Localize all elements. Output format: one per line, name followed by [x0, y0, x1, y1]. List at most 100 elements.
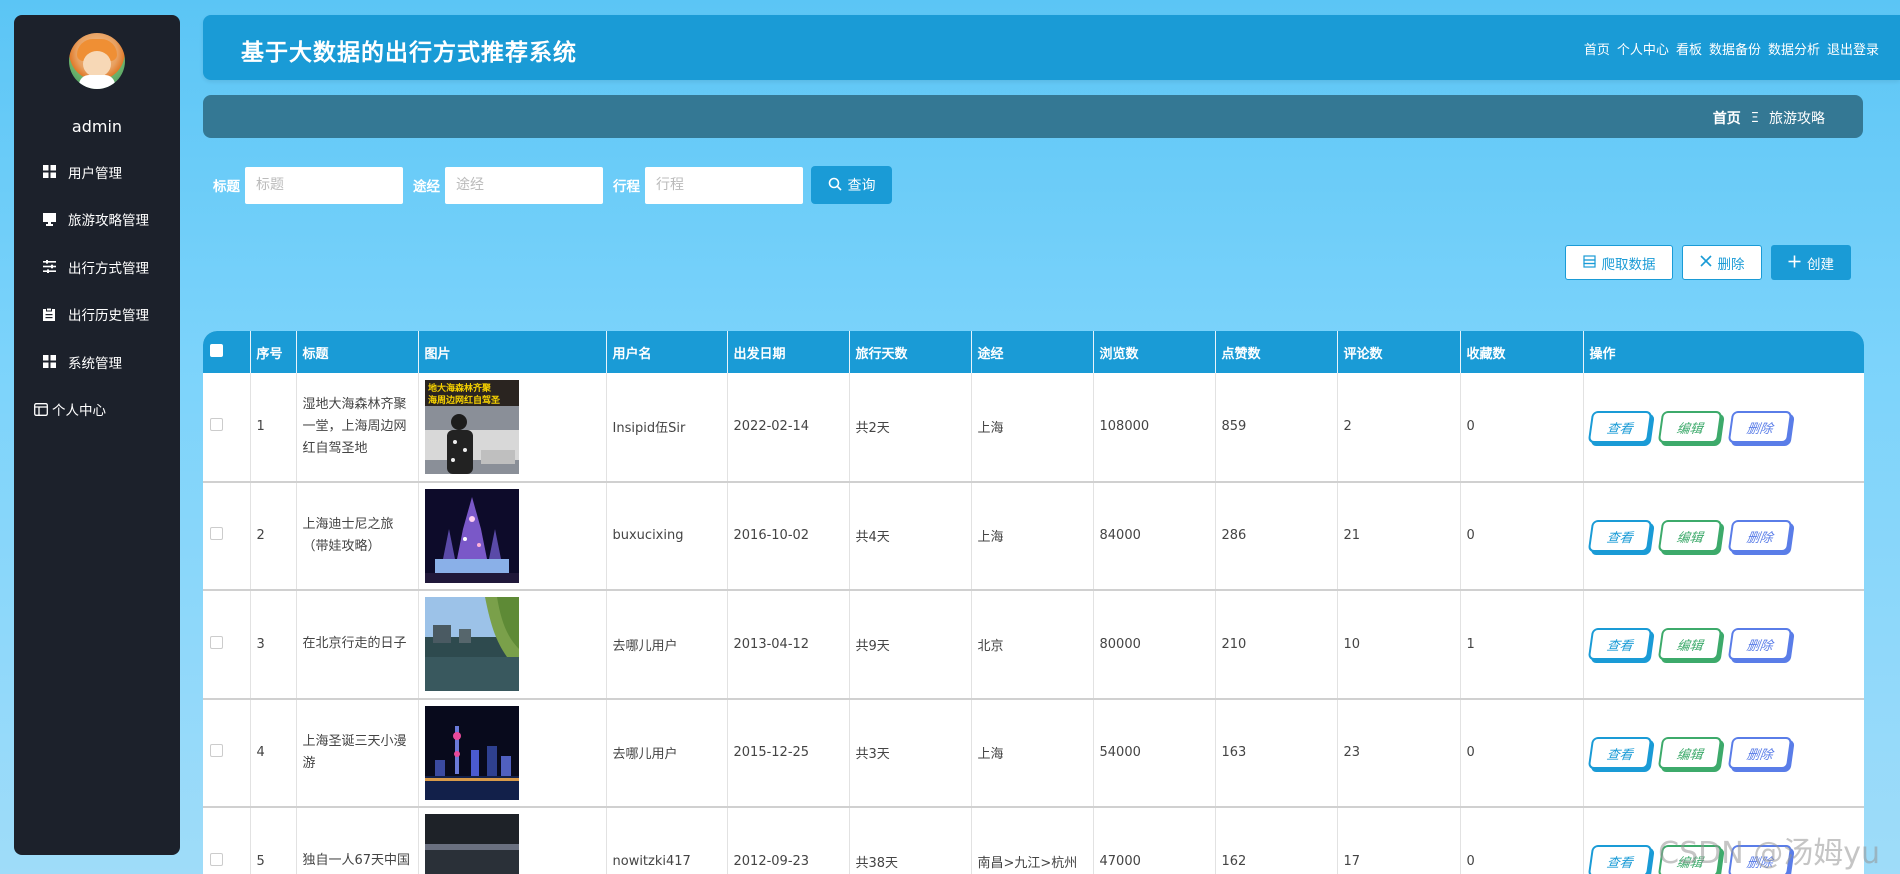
delete-button[interactable]: 删除 [1727, 519, 1792, 552]
avatar[interactable] [69, 33, 125, 89]
sidebar-item-label: 系统管理 [68, 355, 122, 372]
crawl-data-label: 爬取数据 [1601, 256, 1656, 272]
sidebar-item-label: 用户管理 [68, 165, 122, 182]
row-operations: 查看 编辑 删除 [1587, 519, 1865, 552]
table-row: 3 在北京行走的日子 去哪儿用户 2013-04-12 共9天 北京 80000… [203, 590, 1864, 700]
nav-data-analysis[interactable]: 数据分析 [1768, 39, 1820, 58]
title-filter-input[interactable] [245, 166, 403, 204]
sidebar-item-travel-history-management[interactable]: 出行历史管理 [14, 291, 180, 339]
search-bar: 标题 途经 行程 查询 [213, 166, 892, 204]
row-comments: 21 [1337, 481, 1461, 591]
edit-button[interactable]: 编辑 [1657, 410, 1722, 443]
col-header[interactable]: 图片 [418, 331, 607, 373]
col-header[interactable]: 评论数 [1337, 331, 1461, 373]
clipboard-icon [42, 307, 56, 321]
col-header[interactable]: 旅行天数 [849, 331, 972, 373]
col-header[interactable]: 浏览数 [1093, 331, 1216, 373]
sidebar-item-label: 出行历史管理 [68, 308, 149, 325]
breadcrumb-home[interactable]: 首页 [1713, 108, 1741, 128]
table-actions: 爬取数据 删除 创建 [1565, 245, 1851, 280]
table-row: 2 上海迪士尼之旅（带娃攻略） buxucixing 2016-10-02 共4… [203, 481, 1865, 591]
delete-button[interactable]: 删除 [1727, 410, 1792, 443]
row-views: 108000 [1093, 373, 1216, 483]
create-button[interactable]: 创建 [1771, 245, 1851, 280]
nav-personal-center[interactable]: 个人中心 [1617, 39, 1669, 58]
edit-button[interactable]: 编辑 [1657, 845, 1722, 874]
select-all-cell [203, 331, 251, 373]
sidebar-item-system-management[interactable]: 系统管理 [14, 338, 180, 386]
view-button[interactable]: 查看 [1587, 410, 1652, 443]
row-date: 2012-09-23 [727, 807, 850, 874]
row-comments: 23 [1337, 698, 1461, 808]
row-checkbox[interactable] [210, 635, 223, 649]
sidebar-item-user-management[interactable]: 用户管理 [14, 148, 180, 196]
row-likes: 210 [1215, 590, 1338, 700]
row-no: 3 [250, 590, 297, 700]
thumb-caption-line2: 海周边网红自驾圣 [428, 394, 501, 406]
edit-button[interactable]: 编辑 [1657, 736, 1722, 769]
sidebar-item-travel-guide-management[interactable]: 旅游攻略管理 [14, 196, 180, 244]
col-header[interactable]: 出发日期 [727, 331, 850, 373]
row-route: 北京 [971, 590, 1094, 700]
edit-button[interactable]: 编辑 [1657, 628, 1722, 661]
row-image[interactable]: 地大海森林齐聚 海周边网红自驾圣 [424, 379, 519, 474]
row-no: 1 [250, 373, 297, 483]
row-title: 在北京行走的日子 [296, 590, 419, 700]
sidebar-item-travel-mode-management[interactable]: 出行方式管理 [14, 243, 180, 291]
sidebar-item-personal-center[interactable]: 个人中心 [14, 386, 180, 434]
sidebar-item-label: 个人中心 [52, 403, 106, 420]
col-header[interactable]: 收藏数 [1460, 331, 1584, 373]
row-views: 54000 [1093, 698, 1216, 808]
edit-button[interactable]: 编辑 [1657, 519, 1722, 552]
nav-data-backup[interactable]: 数据备份 [1709, 39, 1761, 58]
breadcrumb-current: 旅游攻略 [1769, 111, 1825, 127]
crawl-data-button[interactable]: 爬取数据 [1565, 245, 1673, 280]
row-image[interactable] [424, 597, 519, 692]
row-likes: 162 [1215, 807, 1338, 874]
sidebar-menu: 用户管理 旅游攻略管理 出行方式管理 出行历史管理 系统管理 个人中心 [14, 148, 180, 433]
row-no: 4 [250, 698, 297, 808]
row-checkbox[interactable] [210, 418, 223, 432]
nav-logout[interactable]: 退出登录 [1827, 39, 1879, 58]
row-favs: 1 [1460, 590, 1584, 700]
view-button[interactable]: 查看 [1587, 628, 1652, 661]
query-button[interactable]: 查询 [811, 166, 892, 204]
view-button[interactable]: 查看 [1587, 736, 1652, 769]
col-header[interactable]: 用户名 [606, 331, 728, 373]
bulk-delete-button[interactable]: 删除 [1682, 245, 1762, 280]
row-days: 共4天 [849, 481, 972, 591]
nav-home[interactable]: 首页 [1584, 39, 1610, 58]
row-days: 共3天 [849, 698, 972, 808]
row-image[interactable] [424, 814, 519, 874]
route-filter-label: 途经 [413, 179, 440, 195]
col-header[interactable]: 标题 [296, 331, 419, 373]
table-row: 4 上海圣诞三天小漫游 去哪儿用户 2015-12-25 共3天 上海 5400… [203, 698, 1864, 808]
select-all-checkbox[interactable] [210, 343, 223, 357]
row-checkbox[interactable] [210, 527, 223, 541]
col-header[interactable]: 序号 [250, 331, 297, 373]
view-button[interactable]: 查看 [1587, 845, 1652, 874]
itinerary-filter-input[interactable] [645, 166, 803, 204]
query-button-label: 查询 [847, 177, 876, 193]
nav-dashboard[interactable]: 看板 [1676, 39, 1702, 58]
route-filter-input[interactable] [445, 166, 603, 204]
sidebar: admin 用户管理 旅游攻略管理 出行方式管理 出行历史管理 系统管理 个人中… [14, 15, 180, 855]
table-row: 1 湿地大海森林齐聚一堂，上海周边网红自驾圣地 地大海森林齐聚 海周边网红自驾圣 [203, 373, 1864, 483]
delete-button[interactable]: 删除 [1727, 736, 1792, 769]
col-header: 操作 [1583, 331, 1864, 373]
row-checkbox[interactable] [210, 852, 223, 866]
col-header[interactable]: 点赞数 [1215, 331, 1338, 373]
row-image[interactable] [424, 488, 519, 583]
view-button[interactable]: 查看 [1587, 519, 1652, 552]
breadcrumb-bar: 首页 Ξ 旅游攻略 [203, 95, 1863, 138]
row-comments: 2 [1337, 373, 1461, 483]
row-image[interactable] [424, 705, 519, 800]
row-title: 独自一人67天中国 [296, 807, 419, 874]
row-date: 2013-04-12 [727, 590, 850, 700]
col-header[interactable]: 途经 [971, 331, 1094, 373]
username: admin [71, 117, 123, 136]
delete-button[interactable]: 删除 [1727, 628, 1792, 661]
row-checkbox[interactable] [210, 744, 223, 758]
row-comments: 10 [1337, 590, 1461, 700]
delete-button[interactable]: 删除 [1727, 845, 1792, 874]
